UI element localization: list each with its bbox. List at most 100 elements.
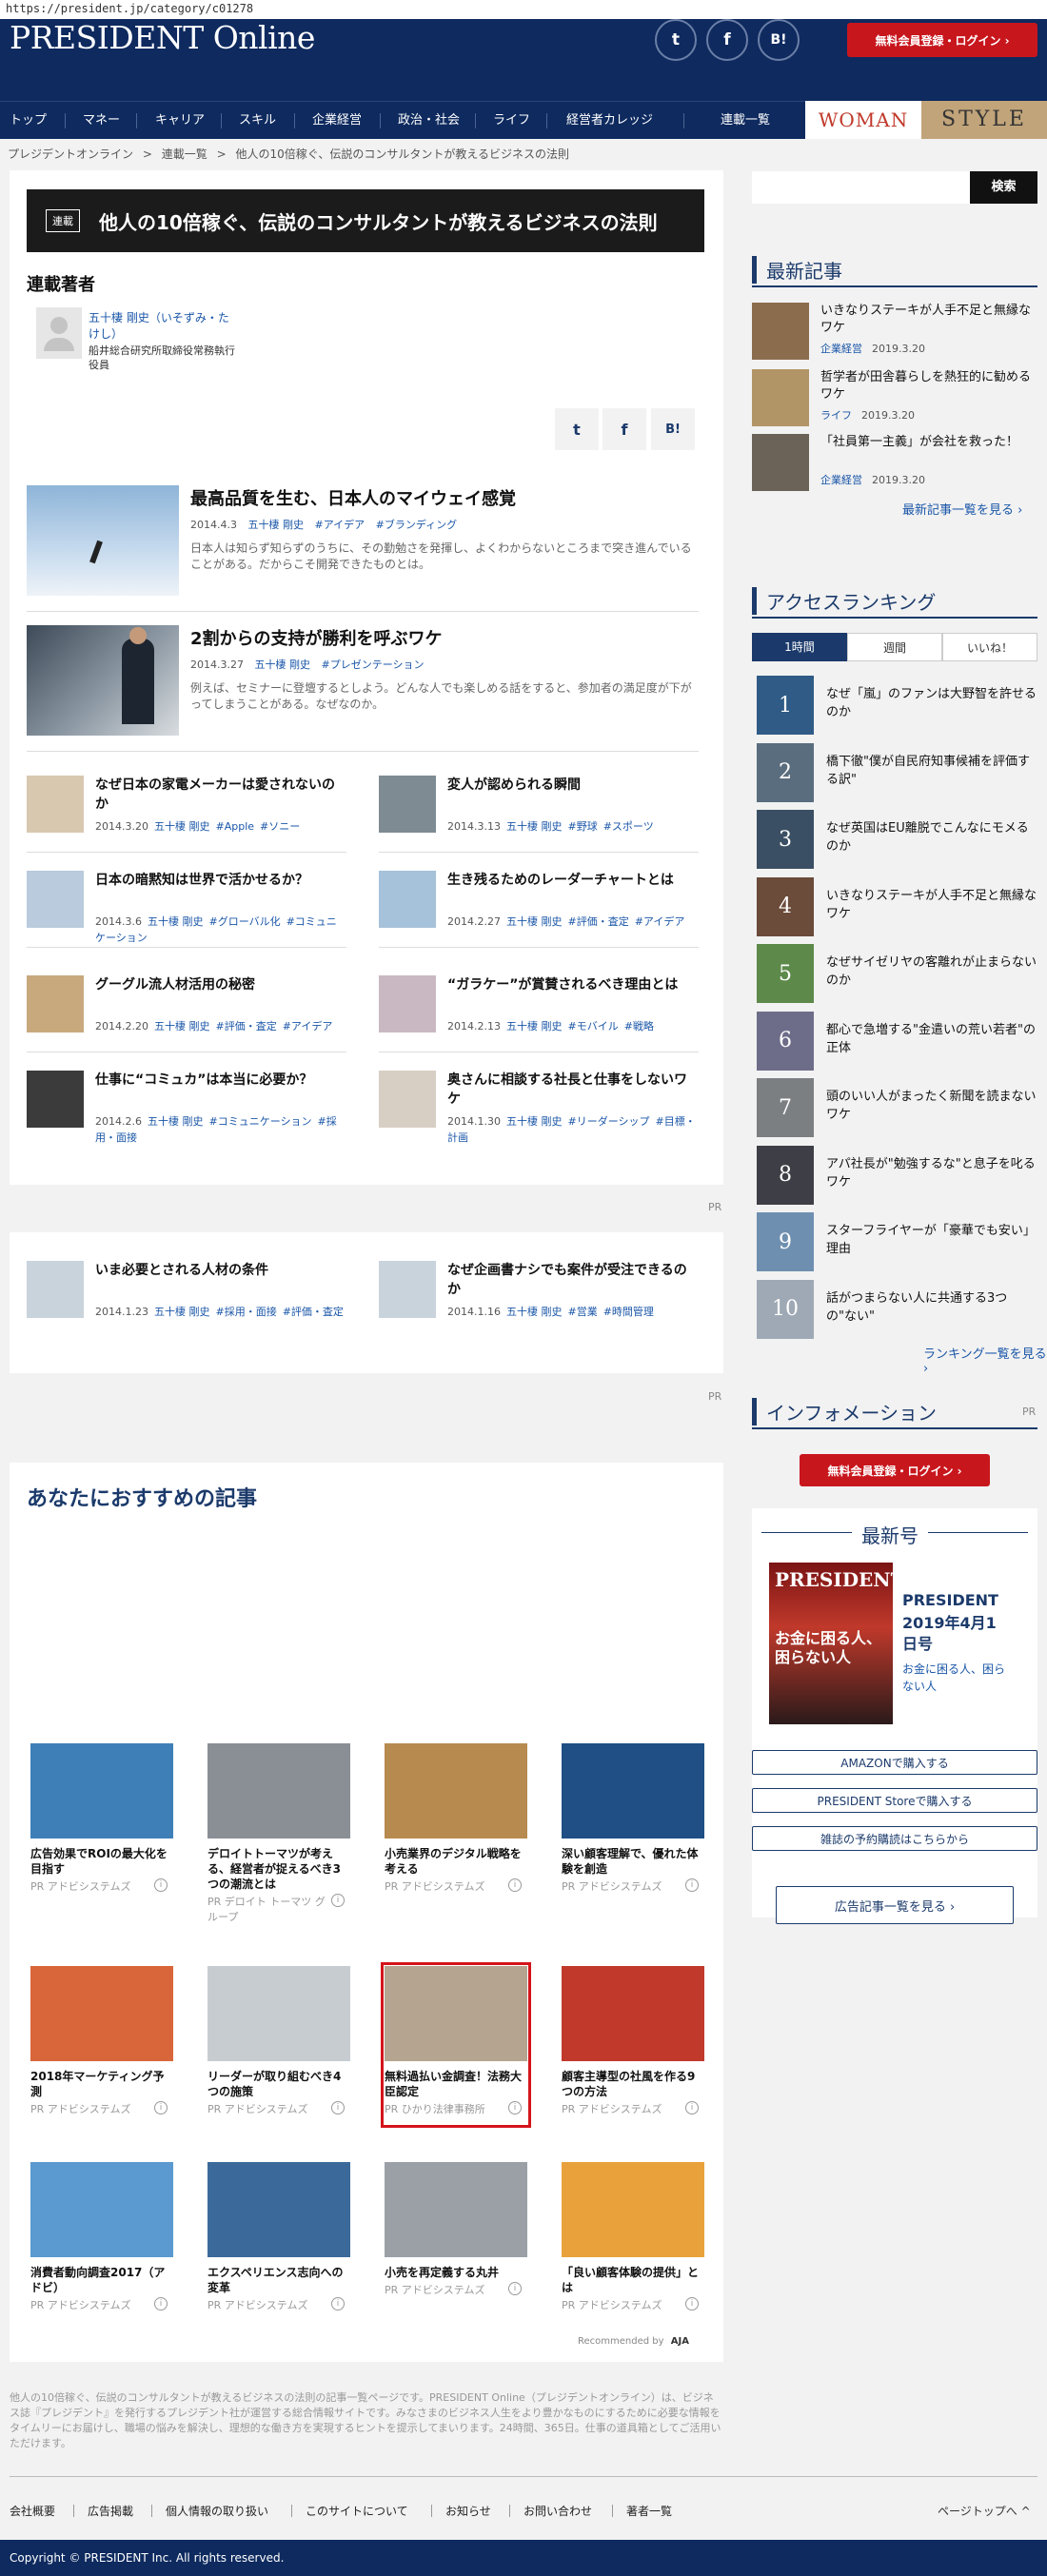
- article-title[interactable]: 生き残るためのレーダーチャートとは: [447, 871, 699, 890]
- info-icon[interactable]: i: [331, 2101, 345, 2114]
- article-thumbnail[interactable]: [379, 776, 436, 833]
- article-thumbnail[interactable]: [27, 1261, 84, 1318]
- footer-link[interactable]: 会社概要: [10, 2503, 55, 2519]
- ranking-thumbnail[interactable]: 3: [757, 810, 814, 869]
- recommend-thumbnail[interactable]: [207, 1966, 350, 2061]
- nav-college[interactable]: 経営者カレッジ: [566, 102, 653, 140]
- article-tag[interactable]: #スポーツ: [603, 820, 654, 833]
- article-thumbnail[interactable]: [379, 871, 436, 928]
- article-title[interactable]: 変人が認められる瞬間: [447, 776, 699, 795]
- share-hatena-icon[interactable]: B!: [651, 408, 695, 450]
- article-author[interactable]: 五十棲 剛史: [506, 1115, 563, 1128]
- article-author[interactable]: 五十棲 剛史: [154, 1020, 210, 1032]
- footer-link[interactable]: お知らせ: [445, 2503, 491, 2519]
- article-title[interactable]: なぜ日本の家電メーカーは愛されないのか: [95, 776, 346, 814]
- recommend-title[interactable]: 2018年マーケティング予測: [30, 2069, 173, 2099]
- ranking-title[interactable]: アパ社長が"勉強するな"と息子を叱るワケ: [826, 1155, 1037, 1191]
- article-title[interactable]: 奥さんに相談する社長と仕事をしないワケ: [447, 1071, 699, 1109]
- recommend-title[interactable]: 深い顧客理解で、優れた体験を創造: [562, 1846, 704, 1877]
- article-author[interactable]: 五十棲 剛史: [506, 1306, 563, 1318]
- article-thumbnail[interactable]: [379, 975, 436, 1032]
- share-twitter-icon[interactable]: t: [555, 408, 599, 450]
- recommend-thumbnail[interactable]: [385, 1966, 527, 2061]
- page-top-link[interactable]: ページトップへ ^: [938, 2503, 1031, 2519]
- recommend-thumbnail[interactable]: [385, 2162, 527, 2257]
- nav-skill[interactable]: スキル: [239, 102, 276, 140]
- latest-title[interactable]: 「社員第一主義」が会社を救った！: [820, 434, 1037, 451]
- article-thumbnail[interactable]: [27, 871, 84, 928]
- nav-life[interactable]: ライフ: [493, 102, 530, 140]
- register-login-button[interactable]: 無料会員登録・ログイン ›: [847, 23, 1037, 57]
- buy-amazon-button[interactable]: AMAZONで購入する: [752, 1750, 1037, 1775]
- nav-management[interactable]: 企業経営: [312, 102, 362, 140]
- article-author[interactable]: 五十棲 剛史: [506, 1020, 563, 1032]
- recommend-title[interactable]: デロイトトーマツが考える、経営者が捉えるべき3つの潮流とは: [207, 1846, 350, 1892]
- article-author[interactable]: 五十棲 剛史: [247, 519, 304, 531]
- latest-thumbnail[interactable]: [752, 369, 809, 426]
- breadcrumb-series-list[interactable]: 連載一覧: [162, 147, 207, 161]
- article-tag[interactable]: #評価・査定: [283, 1306, 344, 1318]
- ranking-thumbnail[interactable]: 2: [757, 742, 814, 802]
- article-title[interactable]: 仕事に“コミュカ”は本当に必要か？: [95, 1071, 346, 1090]
- article-thumbnail[interactable]: [27, 975, 84, 1032]
- magazine-name[interactable]: PRESIDENT: [902, 1591, 998, 1609]
- nav-politics[interactable]: 政治・社会: [398, 102, 460, 140]
- recommend-title[interactable]: 無料過払い金調査！法務大臣認定: [385, 2069, 527, 2099]
- info-icon[interactable]: i: [508, 2101, 522, 2114]
- info-icon[interactable]: i: [685, 2297, 699, 2311]
- footer-link[interactable]: お問い合わせ: [524, 2503, 592, 2519]
- ranking-title[interactable]: いきなりステーキが人手不足と無縁なワケ: [826, 887, 1037, 923]
- article-tag[interactable]: #評価・査定: [567, 915, 628, 928]
- recommend-title[interactable]: 顧客主導型の社風を作る9つの方法: [562, 2069, 704, 2099]
- ranking-thumbnail[interactable]: 7: [757, 1078, 814, 1137]
- ranking-title[interactable]: 都心で急増する"金遣いの荒い若者"の正体: [826, 1021, 1037, 1057]
- article-tag[interactable]: #評価・査定: [215, 1020, 276, 1032]
- article-tag[interactable]: #コミュニケーション: [208, 1115, 311, 1128]
- info-icon[interactable]: i: [154, 2101, 168, 2114]
- magazine-subtitle[interactable]: お金に困る人、困らない人: [902, 1661, 1007, 1695]
- article-thumbnail[interactable]: [27, 1071, 84, 1128]
- article-tag[interactable]: #アイデア: [635, 915, 685, 928]
- style-link[interactable]: STYLE: [921, 101, 1047, 139]
- article-author[interactable]: 五十棲 剛史: [506, 915, 563, 928]
- article-title[interactable]: 日本の暗黙知は世界で活かせるか？: [95, 871, 346, 890]
- recommend-thumbnail[interactable]: [385, 1743, 527, 1839]
- ad-list-button[interactable]: 広告記事一覧を見る ›: [776, 1886, 1014, 1924]
- recommend-title[interactable]: リーダーが取り組むべき4つの施策: [207, 2069, 350, 2099]
- recommend-thumbnail[interactable]: [30, 1966, 173, 2061]
- ranking-title[interactable]: 頭のいい人がまったく新聞を読まないワケ: [826, 1088, 1037, 1124]
- ranking-title[interactable]: スターフライヤーが「豪華でも安い」理由: [826, 1222, 1037, 1258]
- article-author[interactable]: 五十棲 剛史: [148, 915, 204, 928]
- recommend-title[interactable]: 消費者動向調査2017（アドビ）: [30, 2265, 173, 2295]
- tab-hourly[interactable]: 1時間: [752, 633, 847, 661]
- ranking-title[interactable]: 橋下徹"僕が自民府知事候補を評価する訳": [826, 753, 1037, 789]
- recommend-title[interactable]: 小売を再定義する丸井: [385, 2265, 527, 2280]
- article-title[interactable]: なぜ企画書ナシでも案件が受注できるのか: [447, 1261, 699, 1299]
- ranking-thumbnail[interactable]: 10: [757, 1279, 814, 1339]
- article-tag[interactable]: #アイデア: [314, 519, 365, 531]
- article-author[interactable]: 五十棲 剛史: [154, 820, 210, 833]
- ranking-thumbnail[interactable]: 1: [757, 676, 814, 735]
- recommend-title[interactable]: 「良い顧客体験の提供」とは: [562, 2265, 704, 2295]
- article-title[interactable]: 2割からの支持が勝利を呼ぶワケ: [190, 625, 443, 650]
- latest-category[interactable]: ライフ: [820, 409, 852, 422]
- recommend-thumbnail[interactable]: [562, 2162, 704, 2257]
- ranking-thumbnail[interactable]: 5: [757, 944, 814, 1003]
- info-icon[interactable]: i: [154, 1878, 168, 1892]
- footer-link[interactable]: このサイトについて: [306, 2503, 408, 2519]
- tab-weekly[interactable]: 週間: [847, 633, 942, 661]
- article-tag[interactable]: #営業: [567, 1306, 597, 1318]
- info-icon[interactable]: i: [331, 1894, 345, 1907]
- article-tag[interactable]: #モバイル: [567, 1020, 618, 1032]
- article-author[interactable]: 五十棲 剛史: [154, 1306, 210, 1318]
- article-thumbnail[interactable]: [27, 485, 179, 596]
- recommend-thumbnail[interactable]: [562, 1743, 704, 1839]
- facebook-icon[interactable]: f: [706, 19, 748, 61]
- recommend-thumbnail[interactable]: [562, 1966, 704, 2061]
- sidebar-register-button[interactable]: 無料会員登録・ログイン ›: [800, 1454, 990, 1486]
- info-icon[interactable]: i: [685, 2101, 699, 2114]
- latest-title[interactable]: 哲学者が田舎暮らしを熱狂的に勧めるワケ: [820, 369, 1037, 403]
- recommend-thumbnail[interactable]: [30, 1743, 173, 1839]
- breadcrumb-home[interactable]: プレジデントオンライン: [8, 147, 133, 161]
- nav-money[interactable]: マネー: [83, 102, 120, 140]
